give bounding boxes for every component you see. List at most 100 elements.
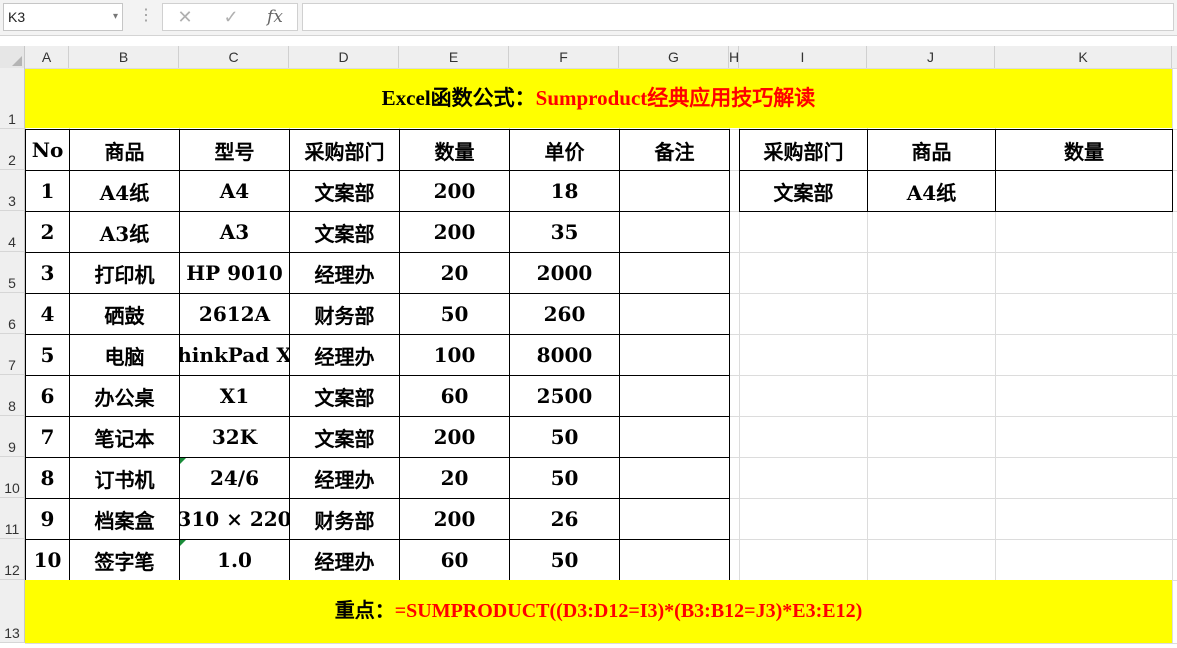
table-cell[interactable]: 硒鼓 [70,294,179,334]
row-header-6[interactable]: 6 [0,293,25,334]
table-cell[interactable]: 6 [26,376,69,416]
column-header-h[interactable]: H [729,46,739,68]
select-all-button[interactable] [0,46,25,68]
table-cell[interactable]: 5 [26,335,69,375]
table-cell[interactable] [620,171,729,211]
lookup-value-cell[interactable]: 文案部 [740,171,867,211]
table-header-cell[interactable]: 备注 [620,130,729,170]
table-cell[interactable]: 文案部 [290,417,399,457]
enter-icon[interactable]: ✓ [211,4,251,30]
table-cell[interactable]: 8000 [510,335,619,375]
table-cell[interactable]: 2612A [180,294,289,334]
table-cell[interactable]: 2500 [510,376,619,416]
table-cell[interactable]: 笔记本 [70,417,179,457]
name-box[interactable]: K3 ▾ [3,3,123,31]
table-cell[interactable]: 26 [510,499,619,539]
table-cell[interactable]: 财务部 [290,294,399,334]
table-cell[interactable] [620,253,729,293]
table-cell[interactable]: 经理办 [290,458,399,498]
table-cell[interactable]: 经理办 [290,335,399,375]
table-cell[interactable]: 4 [26,294,69,334]
table-cell[interactable] [620,458,729,498]
more-options-icon[interactable]: ⋮ [138,6,154,26]
table-cell[interactable]: 3 [26,253,69,293]
table-cell[interactable]: 打印机 [70,253,179,293]
table-cell[interactable]: 50 [400,294,509,334]
lookup-value-cell[interactable] [996,171,1172,211]
table-cell[interactable]: 2000 [510,253,619,293]
row-header-5[interactable]: 5 [0,252,25,293]
table-cell[interactable]: 8 [26,458,69,498]
formula-input[interactable] [302,3,1174,31]
row-header-3[interactable]: 3 [0,170,25,211]
table-cell[interactable]: A3 [180,212,289,252]
table-cell[interactable]: 财务部 [290,499,399,539]
table-cell[interactable]: 50 [510,540,619,580]
table-cell[interactable]: 260 [510,294,619,334]
table-cell[interactable]: 32K [180,417,289,457]
row-header-2[interactable]: 2 [0,129,25,170]
row-header-13[interactable]: 13 [0,580,25,643]
table-cell[interactable]: 档案盒 [70,499,179,539]
table-header-cell[interactable]: 采购部门 [290,130,399,170]
table-cell[interactable]: 1 [26,171,69,211]
table-cell[interactable]: 20 [400,458,509,498]
table-cell[interactable]: 200 [400,212,509,252]
table-cell[interactable]: 9 [26,499,69,539]
row-header-1[interactable]: 1 [0,68,25,129]
table-cell[interactable]: A4纸 [70,171,179,211]
row-header-11[interactable]: 11 [0,498,25,539]
chevron-down-icon[interactable]: ▾ [113,4,118,30]
table-header-cell[interactable]: 商品 [70,130,179,170]
table-cell[interactable]: 电脑 [70,335,179,375]
column-header-a[interactable]: A [25,46,69,68]
table-cell[interactable]: 200 [400,171,509,211]
table-cell[interactable]: HP 9010 [180,253,289,293]
column-header-j[interactable]: J [867,46,995,68]
table-cell[interactable] [620,540,729,580]
table-cell[interactable]: 文案部 [290,376,399,416]
row-header-4[interactable]: 4 [0,211,25,252]
table-cell[interactable]: A3纸 [70,212,179,252]
table-cell[interactable]: hinkPad X [180,335,289,375]
column-header-e[interactable]: E [399,46,509,68]
table-header-cell[interactable]: 型号 [180,130,289,170]
table-cell[interactable]: 24/6 [180,458,289,498]
table-header-cell[interactable]: No [26,130,69,170]
table-cell[interactable] [620,417,729,457]
column-header-f[interactable]: F [509,46,619,68]
table-cell[interactable] [620,294,729,334]
table-cell[interactable] [620,335,729,375]
table-cell[interactable]: A4 [180,171,289,211]
table-cell[interactable]: X1 [180,376,289,416]
table-cell[interactable] [620,376,729,416]
column-header-i[interactable]: I [739,46,867,68]
table-cell[interactable]: 签字笔 [70,540,179,580]
column-header-d[interactable]: D [289,46,399,68]
table-cell[interactable]: 60 [400,376,509,416]
table-cell[interactable]: 50 [510,458,619,498]
table-cell[interactable] [620,212,729,252]
lookup-value-cell[interactable]: A4纸 [868,171,995,211]
row-header-8[interactable]: 8 [0,375,25,416]
table-cell[interactable] [620,499,729,539]
table-cell[interactable]: 订书机 [70,458,179,498]
table-cell[interactable]: 20 [400,253,509,293]
cancel-icon[interactable]: ✕ [165,4,205,30]
table-cell[interactable]: 文案部 [290,171,399,211]
table-cell[interactable]: 经理办 [290,253,399,293]
table-cell[interactable]: 10 [26,540,69,580]
table-cell[interactable]: 办公桌 [70,376,179,416]
table-cell[interactable]: 60 [400,540,509,580]
column-header-g[interactable]: G [619,46,729,68]
table-cell[interactable]: 文案部 [290,212,399,252]
table-cell[interactable]: 310 × 220 [180,499,289,539]
table-cell[interactable]: 2 [26,212,69,252]
table-header-cell[interactable]: 数量 [400,130,509,170]
table-cell[interactable]: 200 [400,417,509,457]
column-header-c[interactable]: C [179,46,289,68]
table-cell[interactable]: 35 [510,212,619,252]
table-cell[interactable]: 7 [26,417,69,457]
row-header-12[interactable]: 12 [0,539,25,580]
lookup-header-cell[interactable]: 采购部门 [740,130,867,170]
